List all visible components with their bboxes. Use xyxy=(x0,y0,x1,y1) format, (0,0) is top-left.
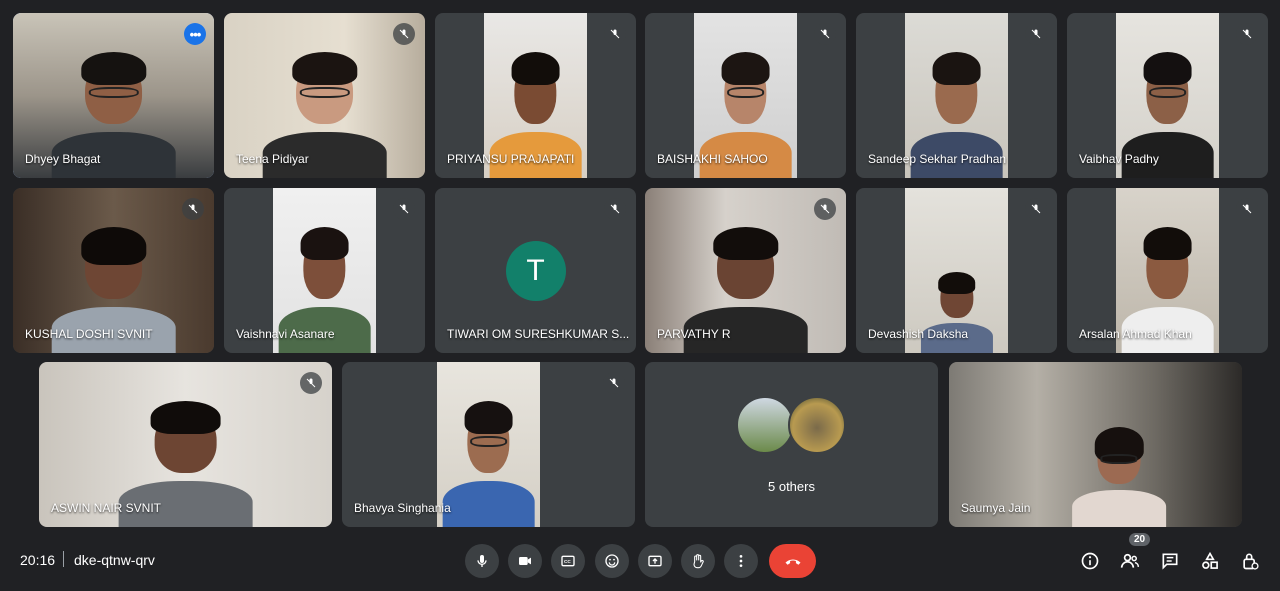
participant-name: PRIYANSU PRAJAPATI xyxy=(447,152,575,166)
svg-text:CC: CC xyxy=(564,559,571,564)
meeting-code: dke-qtnw-qrv xyxy=(74,552,155,568)
divider xyxy=(63,551,64,567)
participant-tile[interactable]: Saumya Jain xyxy=(949,362,1242,527)
participant-tile[interactable]: PRIYANSU PRAJAPATI xyxy=(435,13,636,178)
participant-name: Bhavya Singhania xyxy=(354,501,451,515)
participant-name: KUSHAL DOSHI SVNIT xyxy=(25,327,153,341)
mic-off-icon xyxy=(1236,198,1258,220)
participant-tile[interactable]: Devashish Daksha xyxy=(856,188,1057,353)
host-controls-icon[interactable] xyxy=(1237,548,1263,574)
mic-off-icon xyxy=(604,198,626,220)
participant-tile[interactable]: BAISHAKHI SAHOO xyxy=(645,13,846,178)
meeting-time: 20:16 xyxy=(20,552,56,568)
participant-video xyxy=(437,362,540,527)
participant-figure xyxy=(1072,425,1166,527)
more-vert-icon[interactable] xyxy=(724,544,758,578)
control-bar: 20:16 dke-qtnw-qrv CC 20 xyxy=(0,530,1280,591)
captions-icon[interactable]: CC xyxy=(551,544,585,578)
participant-avatar xyxy=(735,396,794,454)
participant-name: Saumya Jain xyxy=(961,501,1031,515)
participant-name: Arsalan Ahmad Khan xyxy=(1079,327,1192,341)
people-icon[interactable] xyxy=(1117,548,1143,574)
mic-off-icon xyxy=(1236,23,1258,45)
mic-off-icon xyxy=(393,198,415,220)
video-camera-icon[interactable] xyxy=(508,544,542,578)
mic-off-icon xyxy=(814,23,836,45)
participant-avatar: T xyxy=(505,240,566,301)
participant-name: ASWIN NAIR SVNIT xyxy=(51,501,162,515)
mic-off-icon xyxy=(604,23,626,45)
raise-hand-icon[interactable] xyxy=(681,544,715,578)
emoji-icon[interactable] xyxy=(595,544,629,578)
participant-tile[interactable]: Sandeep Sekhar Pradhan xyxy=(856,13,1057,178)
end-call-icon[interactable] xyxy=(769,544,816,578)
participant-tile[interactable]: Arsalan Ahmad Khan xyxy=(1067,188,1268,353)
activities-icon[interactable] xyxy=(1197,548,1223,574)
mic-icon[interactable] xyxy=(465,544,499,578)
chat-icon[interactable] xyxy=(1157,548,1183,574)
others-label: 5 others xyxy=(768,479,815,494)
participant-name: PARVATHY R xyxy=(657,327,731,341)
participant-tile[interactable]: T TIWARI OM SURESHKUMAR S... xyxy=(435,188,636,353)
mic-off-icon xyxy=(393,23,415,45)
participant-tile[interactable]: Teena Pidiyar xyxy=(224,13,425,178)
others-tile[interactable]: 5 others xyxy=(645,362,938,527)
present-screen-icon[interactable] xyxy=(638,544,672,578)
participant-tile[interactable]: ASWIN NAIR SVNIT xyxy=(39,362,332,527)
participant-name: Vaishnavi Asanare xyxy=(236,327,335,341)
people-count-badge: 20 xyxy=(1129,533,1151,546)
participant-name: Dhyey Bhagat xyxy=(25,152,101,166)
participant-name: TIWARI OM SURESHKUMAR S... xyxy=(447,327,630,341)
info-icon[interactable] xyxy=(1077,548,1103,574)
mic-off-icon xyxy=(603,372,625,394)
more-options-icon[interactable]: ••• xyxy=(184,23,206,45)
participant-tile[interactable]: KUSHAL DOSHI SVNIT xyxy=(13,188,214,353)
participant-avatar xyxy=(787,396,846,454)
others-avatars xyxy=(735,396,848,454)
participant-tile[interactable]: Bhavya Singhania xyxy=(342,362,635,527)
mic-off-icon xyxy=(1025,198,1047,220)
mic-off-icon xyxy=(814,198,836,220)
participant-name: BAISHAKHI SAHOO xyxy=(657,152,768,166)
participant-name: Devashish Daksha xyxy=(868,327,969,341)
mic-off-icon xyxy=(182,198,204,220)
participant-tile[interactable]: Vaishnavi Asanare xyxy=(224,188,425,353)
participant-grid: ••• Dhyey Bhagat Teena Pidiyar PRIYANSU … xyxy=(0,0,1280,530)
participant-figure xyxy=(442,398,535,527)
participant-tile[interactable]: PARVATHY R xyxy=(645,188,846,353)
mic-off-icon xyxy=(1025,23,1047,45)
participant-name: Teena Pidiyar xyxy=(236,152,309,166)
mic-off-icon xyxy=(300,372,322,394)
participant-name: Vaibhav Padhy xyxy=(1079,152,1159,166)
participant-tile[interactable]: ••• Dhyey Bhagat xyxy=(13,13,214,178)
participant-tile[interactable]: Vaibhav Padhy xyxy=(1067,13,1268,178)
participant-name: Sandeep Sekhar Pradhan xyxy=(868,152,1007,166)
